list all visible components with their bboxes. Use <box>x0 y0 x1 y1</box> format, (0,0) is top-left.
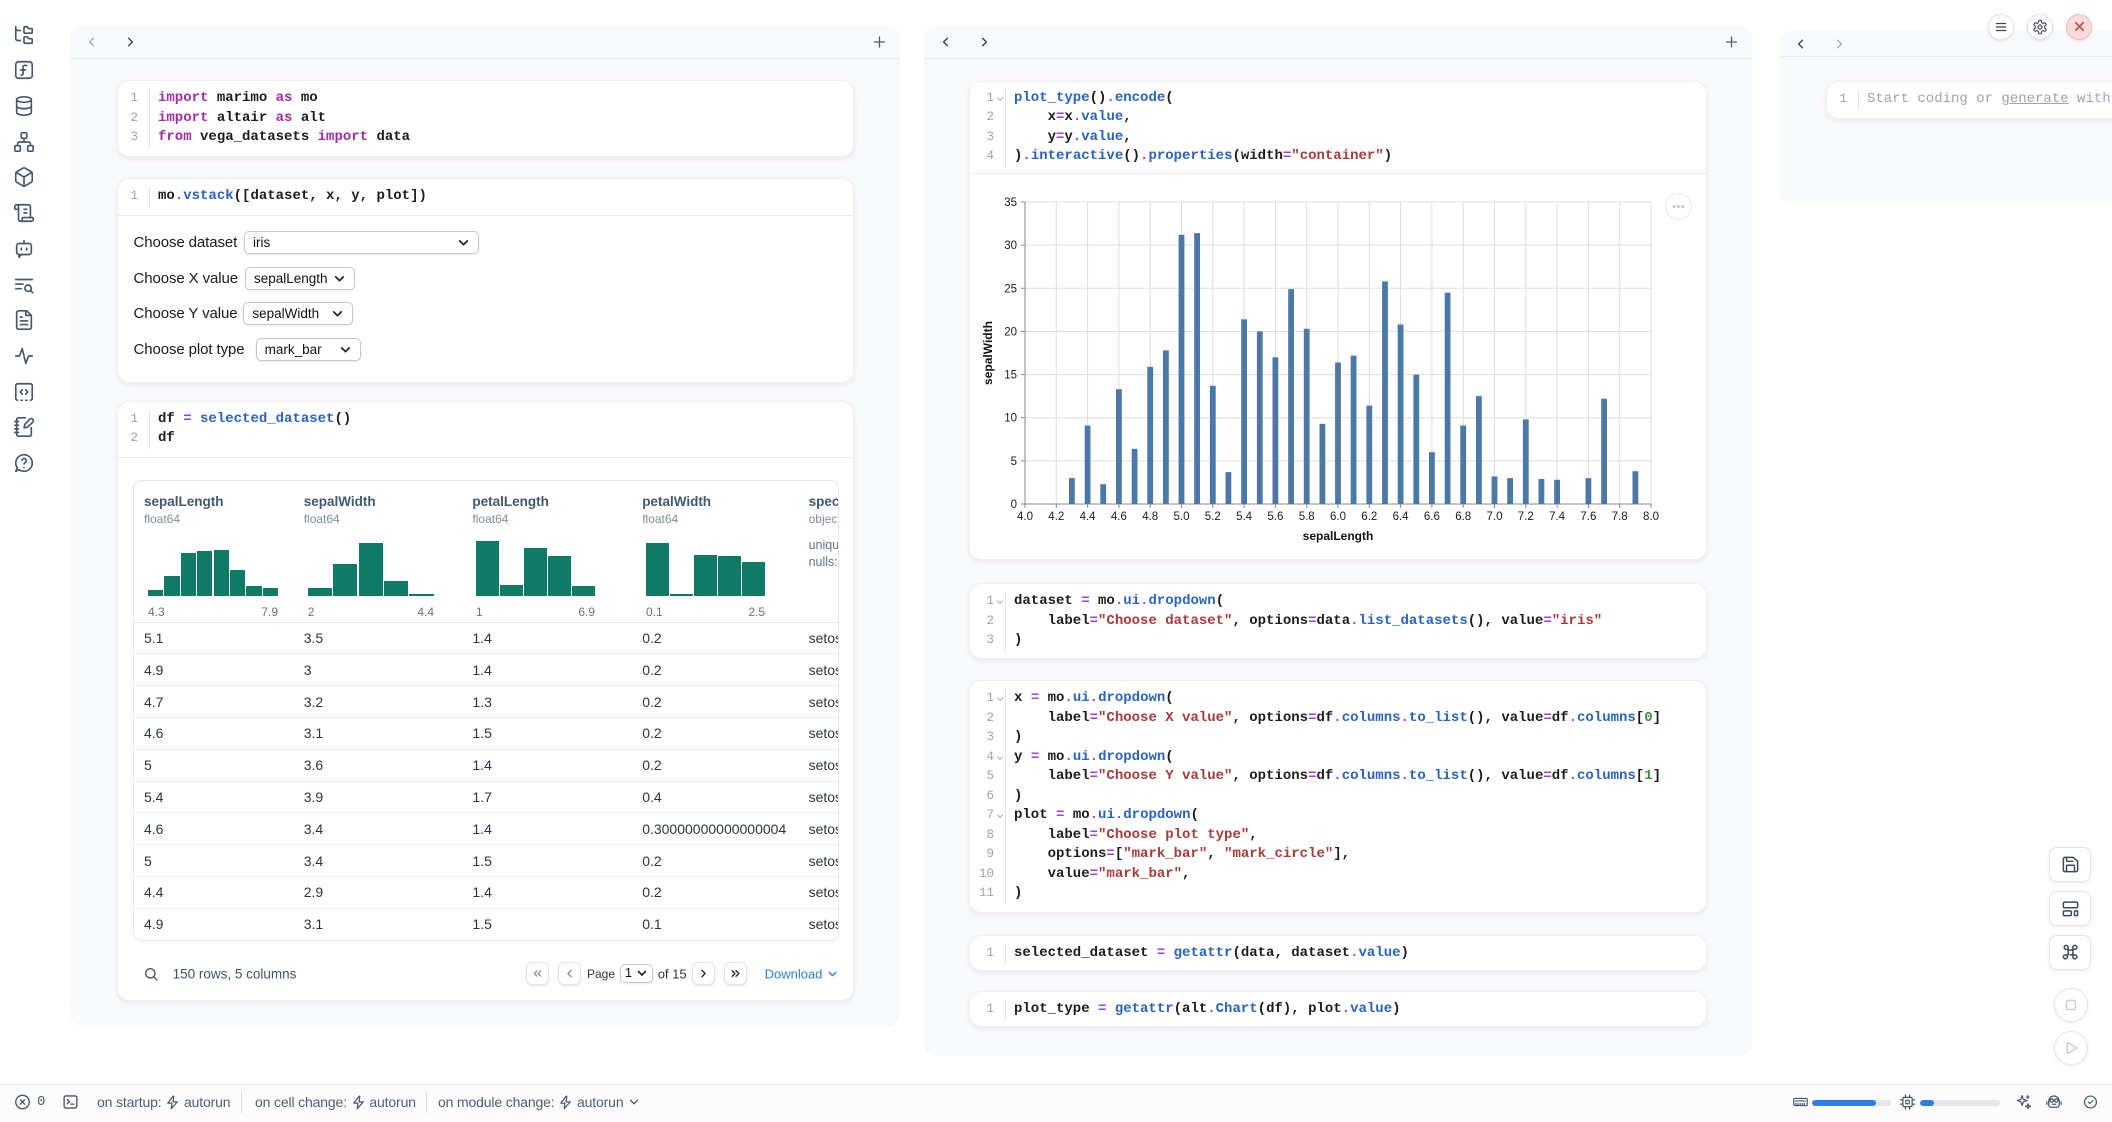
svg-text:6.8: 6.8 <box>1455 511 1471 523</box>
svg-text:4.4: 4.4 <box>1080 511 1097 523</box>
svg-text:7.0: 7.0 <box>1487 511 1503 523</box>
svg-text:35: 35 <box>1004 197 1017 209</box>
svg-text:4.8: 4.8 <box>1142 511 1158 523</box>
svg-text:8.0: 8.0 <box>1643 511 1659 523</box>
svg-text:sepalLength: sepalLength <box>1303 529 1374 543</box>
svg-text:0: 0 <box>1011 499 1017 511</box>
svg-text:4.0: 4.0 <box>1017 511 1033 523</box>
svg-text:7.6: 7.6 <box>1580 511 1596 523</box>
svg-text:5.6: 5.6 <box>1267 511 1283 523</box>
svg-text:5.8: 5.8 <box>1299 511 1315 523</box>
svg-text:25: 25 <box>1004 283 1017 295</box>
svg-text:6.6: 6.6 <box>1424 511 1440 523</box>
svg-text:6.0: 6.0 <box>1330 511 1346 523</box>
svg-text:6.4: 6.4 <box>1393 511 1410 523</box>
svg-text:7.8: 7.8 <box>1612 511 1628 523</box>
svg-text:10: 10 <box>1004 413 1017 425</box>
svg-text:15: 15 <box>1004 370 1017 382</box>
svg-text:30: 30 <box>1004 240 1017 252</box>
svg-text:5: 5 <box>1011 456 1017 468</box>
svg-text:4.2: 4.2 <box>1048 511 1064 523</box>
svg-text:7.2: 7.2 <box>1518 511 1534 523</box>
svg-text:5.4: 5.4 <box>1236 511 1253 523</box>
svg-text:5.2: 5.2 <box>1205 511 1221 523</box>
svg-text:5.0: 5.0 <box>1174 511 1190 523</box>
svg-text:4.6: 4.6 <box>1111 511 1127 523</box>
svg-text:sepalWidth: sepalWidth <box>981 321 995 385</box>
svg-text:20: 20 <box>1004 326 1017 338</box>
svg-text:7.4: 7.4 <box>1549 511 1566 523</box>
svg-text:6.2: 6.2 <box>1361 511 1377 523</box>
